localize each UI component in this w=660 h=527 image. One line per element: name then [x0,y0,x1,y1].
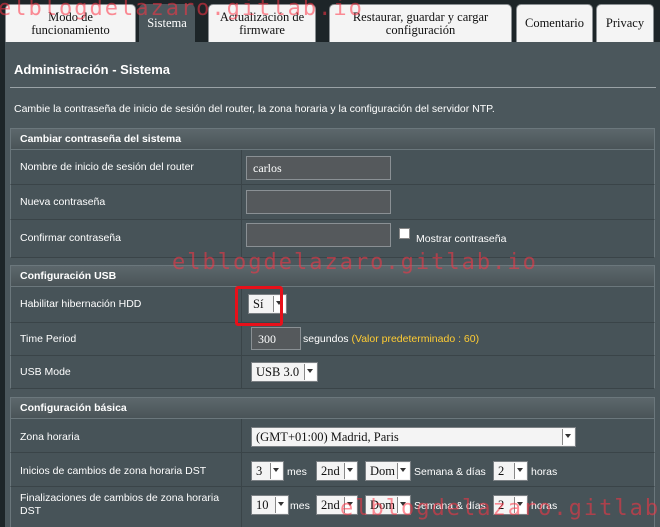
router-login-input[interactable]: carlos [246,156,391,180]
tab-label: Modo de [48,9,93,24]
time-period-default-hint: (Valor predeterminado : 60) [351,333,480,345]
chevron-down-icon [562,429,574,445]
tab-label: Privacy [605,16,645,30]
tab-label: Actualización de [219,9,305,24]
new-password-input[interactable] [246,190,391,214]
dst-start-month-value: 3 [256,464,263,478]
time-period-unit: segundos (Valor predeterminado : 60) [303,333,479,346]
dst-end-month-value: 10 [256,498,269,512]
dst-end-day-value: Dom [370,498,395,512]
tab-label: firmware [239,22,285,37]
row-usb-mode: USB Mode USB 3.0 [10,356,655,389]
tab-label: Restaurar, guardar y cargar [352,9,489,24]
show-password-checkbox[interactable] [399,228,410,239]
router-login-label: Nombre de inicio de sesión del router [20,161,194,173]
chevron-down-icon [275,497,287,513]
chevron-down-icon [514,497,526,513]
column-divider [241,419,242,452]
dst-end-week-select[interactable]: 2nd [316,495,358,515]
tab-operation-mode[interactable]: Modo de funcionamiento [5,4,136,42]
tab-system[interactable]: Sistema [139,4,195,42]
usb-mode-label: USB Mode [20,366,71,378]
tab-restore-save-upload[interactable]: Restaurar, guardar y cargar configuración [329,4,512,42]
column-divider [241,150,242,184]
tab-label: Comentario [524,16,584,30]
dst-start-day-select[interactable]: Dom [365,461,411,481]
section-header-password: Cambiar contraseña del sistema [10,128,655,150]
time-period-label: Time Period [20,333,77,345]
highlight-box [235,286,283,326]
dst-start-day-unit: Semana & días [414,466,486,478]
column-divider [241,453,242,486]
dst-end-hour-value: 2 [498,498,505,512]
time-period-input[interactable]: 300 [251,327,301,350]
tab-label: Sistema [147,16,187,30]
title-divider [10,87,656,88]
chevron-down-icon [514,463,526,479]
column-divider [241,356,242,388]
dst-end-month-unit: mes [290,500,310,512]
main-panel: Administración - Sistema Cambie la contr… [5,42,660,527]
section-header-usb: Configuración USB [10,265,655,287]
tab-privacy[interactable]: Privacy [596,4,654,42]
time-period-unit-text: segundos [303,333,349,345]
tab-label: configuración [385,22,456,37]
section-header-basic: Configuración básica [10,397,655,419]
tab-firmware-upgrade[interactable]: Actualización de firmware [208,4,316,42]
row-router-login: Nombre de inicio de sesión del router ca… [10,150,655,185]
page-title: Administración - Sistema [14,62,171,77]
row-dst-end: Finalizaciones de cambios de zona horari… [10,487,655,527]
dst-end-day-select[interactable]: Dom [365,495,411,515]
usb-mode-value: USB 3.0 [256,365,300,379]
timezone-select[interactable]: (GMT+01:00) Madrid, Paris [251,427,576,447]
column-divider [241,185,242,219]
column-divider [241,323,242,355]
chevron-down-icon [344,463,356,479]
chevron-down-icon [304,364,316,380]
row-timezone: Zona horaria (GMT+01:00) Madrid, Paris [10,419,655,453]
chevron-down-icon [270,463,282,479]
dst-start-week-select[interactable]: 2nd [316,461,358,481]
column-divider [241,487,242,527]
dst-start-week-value: 2nd [321,464,340,478]
timezone-value: (GMT+01:00) Madrid, Paris [256,430,399,444]
confirm-password-input[interactable] [246,223,391,247]
dst-end-month-select[interactable]: 10 [251,495,289,515]
row-dst-start: Inicios de cambios de zona horaria DST 3… [10,453,655,487]
dst-end-label: Finalizaciones de cambios de zona horari… [20,492,220,517]
timezone-label: Zona horaria [20,431,80,443]
tab-label: funcionamiento [31,22,110,37]
dst-end-hour-unit: horas [531,500,558,512]
confirm-password-label: Confirmar contraseña [20,232,121,244]
tab-bar: Modo de funcionamiento Sistema Actualizac… [0,0,660,42]
tab-feedback[interactable]: Comentario [516,4,593,42]
dst-start-label: Inicios de cambios de zona horaria DST [20,465,207,477]
dst-start-hour-select[interactable]: 2 [493,461,528,481]
dst-start-month-unit: mes [287,466,307,478]
dst-end-hour-select[interactable]: 2 [493,495,528,515]
usb-mode-select[interactable]: USB 3.0 [251,362,318,382]
chevron-down-icon [397,463,409,479]
dst-end-day-unit: Semana & días [414,500,486,512]
dst-start-hour-value: 2 [498,464,505,478]
chevron-down-icon [344,497,356,513]
page-description: Cambie la contraseña de inicio de sesión… [14,103,495,115]
row-hdd-hibernation: Habilitar hibernación HDD Sí [10,287,655,323]
hdd-hibernation-label: Habilitar hibernación HDD [20,298,142,310]
column-divider [241,220,242,257]
chevron-down-icon [397,497,409,513]
dst-start-month-select[interactable]: 3 [251,461,284,481]
row-new-password: Nueva contraseña [10,185,655,220]
row-confirm-password: Confirmar contraseña Mostrar contraseña [10,220,655,258]
dst-start-hour-unit: horas [531,466,558,478]
row-time-period: Time Period 300 segundos (Valor predeter… [10,323,655,356]
show-password-label: Mostrar contraseña [416,233,507,245]
dst-end-week-value: 2nd [321,498,340,512]
dst-start-day-value: Dom [370,464,395,478]
new-password-label: Nueva contraseña [20,196,106,208]
